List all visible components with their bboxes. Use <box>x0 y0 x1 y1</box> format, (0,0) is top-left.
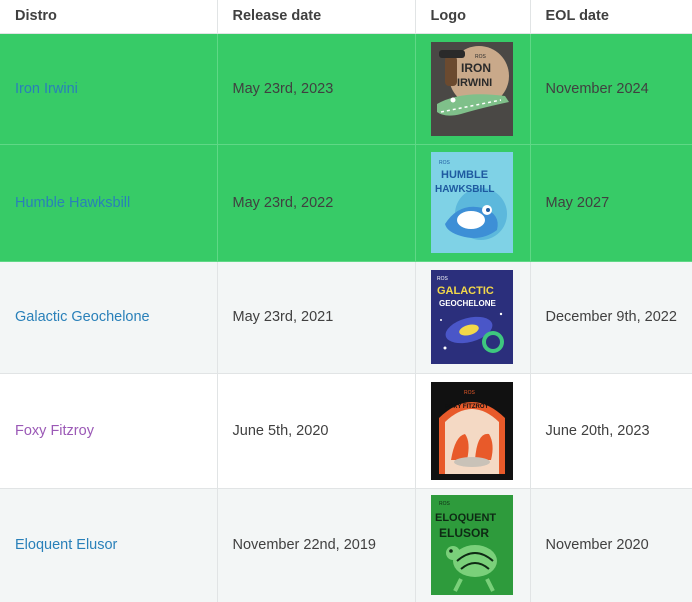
foxy-fitzroy-logo-image[interactable]: ROS FOXY FITZROY <box>430 381 513 480</box>
table-row: Galactic Geochelone May 23rd, 2021 ROS G… <box>0 261 692 374</box>
distro-cell: Iron Irwini <box>0 33 218 145</box>
iron-irwini-logo-image[interactable]: ROS IRON IRWINI <box>430 41 513 136</box>
logo-subtitle-text: ELUSOR <box>439 526 489 540</box>
distro-cell: Eloquent Elusor <box>0 488 218 602</box>
logo-cell: ROS FOXY FITZROY <box>415 373 531 489</box>
eol-date-cell: November 2020 <box>530 488 692 602</box>
header-logo: Logo <box>415 0 531 34</box>
logo-cell: ROS HUMBLE HAWKSBILL <box>415 144 531 262</box>
table-header-row: Distro Release date Logo EOL date <box>0 0 692 34</box>
table-row: Humble Hawksbill May 23rd, 2022 ROS HUMB… <box>0 144 692 262</box>
logo-subtitle-text: HAWKSBILL <box>435 184 494 195</box>
release-date-cell: May 23rd, 2022 <box>217 144 416 262</box>
table-row: Iron Irwini May 23rd, 2023 ROS IRON IRWI… <box>0 33 692 145</box>
logo-cell: ROS ELOQUENT ELUSOR <box>415 488 531 602</box>
galactic-geochelone-logo-image[interactable]: ROS GALACTIC GEOCHELONE <box>430 270 513 364</box>
distro-cell: Humble Hawksbill <box>0 144 218 262</box>
distro-link-foxy-fitzroy[interactable]: Foxy Fitzroy <box>15 423 94 439</box>
logo-subtitle-text: GEOCHELONE <box>439 299 497 308</box>
logo-ros-text: ROS <box>475 54 487 60</box>
humble-hawksbill-logo-image[interactable]: ROS HUMBLE HAWKSBILL <box>430 152 513 253</box>
logo-cell: ROS GALACTIC GEOCHELONE <box>415 261 531 374</box>
logo-ros-text: ROS <box>439 160 451 166</box>
logo-ros-text: ROS <box>439 501 451 507</box>
table-row: Eloquent Elusor November 22nd, 2019 ROS … <box>0 488 692 602</box>
release-date-cell: May 23rd, 2021 <box>217 261 416 374</box>
header-distro: Distro <box>0 0 218 34</box>
distro-table: Distro Release date Logo EOL date Iron I… <box>0 0 692 602</box>
eloquent-elusor-logo-image[interactable]: ROS ELOQUENT ELUSOR <box>430 495 513 595</box>
logo-ros-text: ROS <box>464 390 476 396</box>
distro-link-eloquent-elusor[interactable]: Eloquent Elusor <box>15 537 117 553</box>
release-date-cell: June 5th, 2020 <box>217 373 416 489</box>
distro-link-galactic-geochelone[interactable]: Galactic Geochelone <box>15 309 150 325</box>
logo-title-text: HUMBLE <box>441 169 488 181</box>
logo-title-text: ELOQUENT <box>435 512 496 524</box>
logo-title-text: IRON <box>461 61 491 75</box>
eol-date-cell: June 20th, 2023 <box>530 373 692 489</box>
logo-cell: ROS IRON IRWINI <box>415 33 531 145</box>
logo-ros-text: ROS <box>437 276 449 282</box>
eol-date-cell: December 9th, 2022 <box>530 261 692 374</box>
eol-date-cell: May 2027 <box>530 144 692 262</box>
distro-link-iron-irwini[interactable]: Iron Irwini <box>15 81 78 97</box>
logo-title-text: FOXY FITZROY <box>445 404 489 410</box>
distro-link-humble-hawksbill[interactable]: Humble Hawksbill <box>15 195 130 211</box>
release-date-cell: November 22nd, 2019 <box>217 488 416 602</box>
header-release-date: Release date <box>217 0 416 34</box>
eol-date-cell: November 2024 <box>530 33 692 145</box>
distro-cell: Galactic Geochelone <box>0 261 218 374</box>
table-row: Foxy Fitzroy June 5th, 2020 ROS FOXY FIT… <box>0 373 692 489</box>
distro-cell: Foxy Fitzroy <box>0 373 218 489</box>
header-eol-date: EOL date <box>530 0 692 34</box>
logo-title-text: GALACTIC <box>437 285 494 297</box>
release-date-cell: May 23rd, 2023 <box>217 33 416 145</box>
logo-subtitle-text: IRWINI <box>457 77 492 89</box>
